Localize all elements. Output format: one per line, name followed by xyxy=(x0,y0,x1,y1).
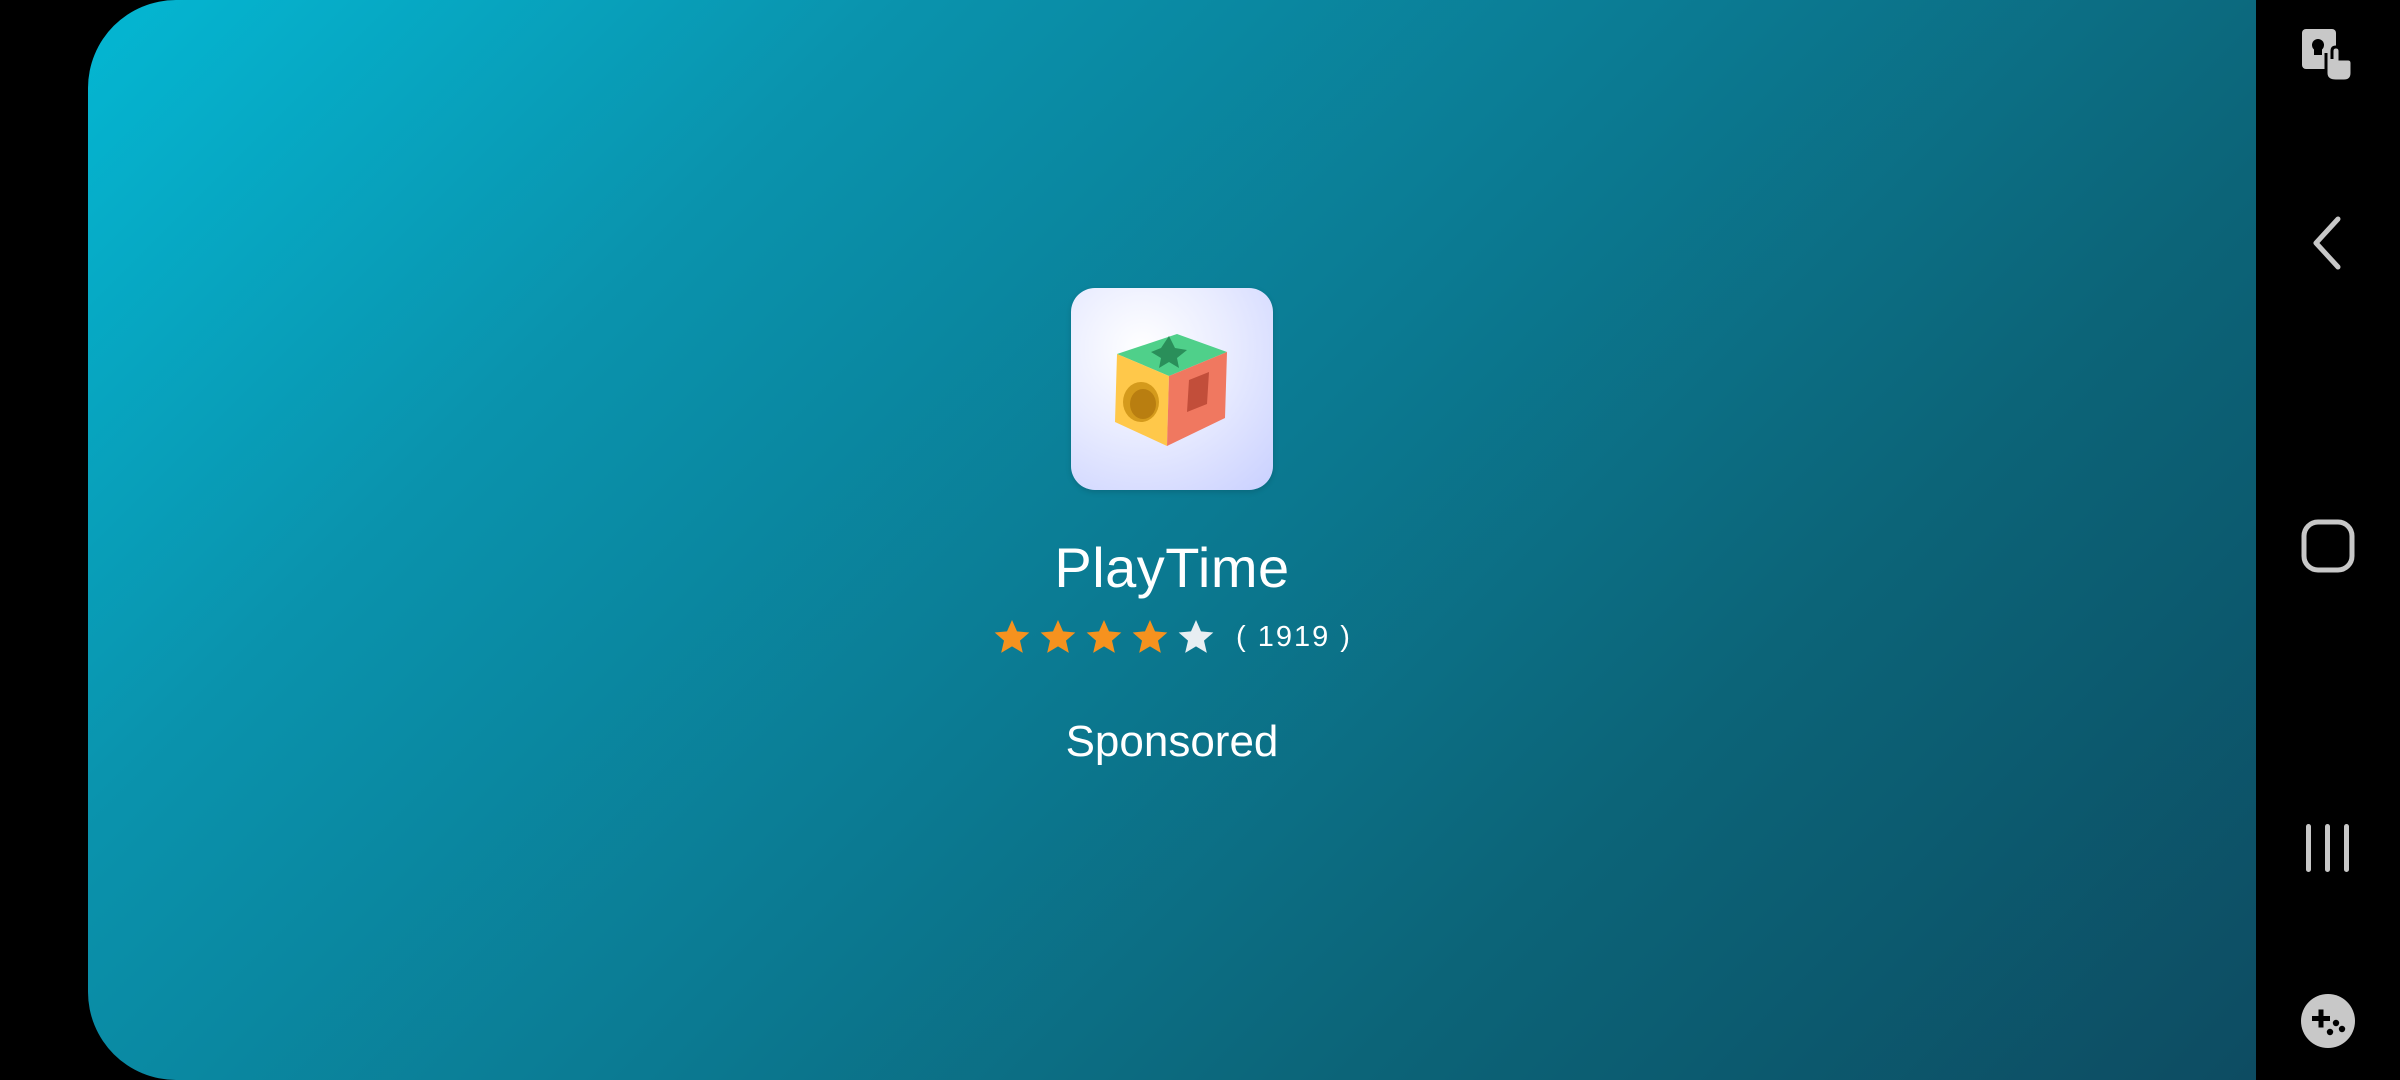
ad-surface[interactable]: PlayTime ( 1919 ) Sponsored xyxy=(88,0,2256,1080)
screen-pin-touch-icon xyxy=(2302,29,2354,83)
star-filled-icon xyxy=(1132,620,1168,653)
app-name[interactable]: PlayTime xyxy=(1054,540,1289,596)
screen: PlayTime ( 1919 ) Sponsored xyxy=(0,0,2400,1080)
home-button[interactable] xyxy=(2256,510,2400,582)
app-icon[interactable] xyxy=(1071,288,1273,490)
game-tools-icon xyxy=(2301,994,2355,1048)
back-button[interactable] xyxy=(2256,205,2400,281)
sponsored-label: Sponsored xyxy=(1065,717,1279,766)
recent-apps-button[interactable] xyxy=(2256,812,2400,884)
recent-apps-icon xyxy=(2306,824,2349,872)
screen-pin-button[interactable] xyxy=(2256,20,2400,90)
back-chevron-icon xyxy=(2313,216,2341,270)
ad-content: PlayTime ( 1919 ) Sponsored xyxy=(88,288,2256,764)
star-filled-icon xyxy=(994,620,1030,653)
game-tools-button[interactable] xyxy=(2256,990,2400,1052)
star-filled-icon xyxy=(1040,620,1076,653)
navigation-bar xyxy=(2256,0,2400,1080)
star-empty-icon xyxy=(1178,620,1214,653)
star-filled-icon xyxy=(1086,620,1122,653)
shape-sorter-cube-icon xyxy=(1115,334,1227,446)
home-rounded-square-icon xyxy=(2301,519,2355,573)
rating-row: ( 1919 ) xyxy=(992,616,1352,658)
rating-count: ( 1919 ) xyxy=(1236,620,1352,653)
